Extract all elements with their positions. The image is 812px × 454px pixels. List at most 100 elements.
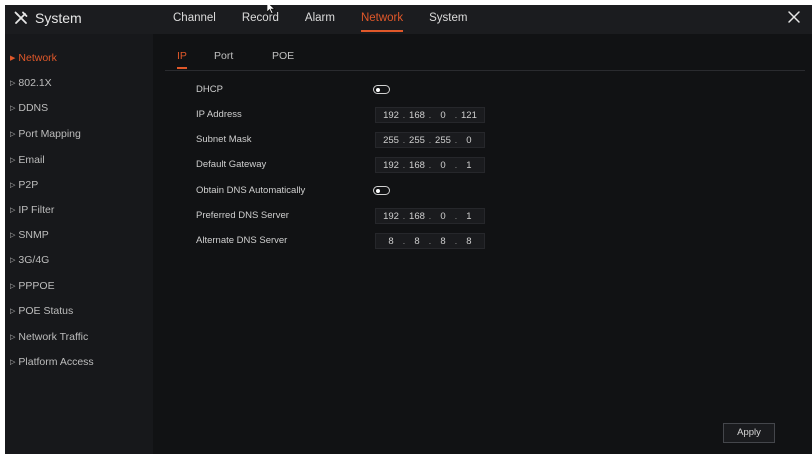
ip-octet: 0 [440,159,446,171]
top-bar: System Channel Record Alarm Network Syst… [5,5,812,34]
app-title: System [35,10,82,26]
dot-separator: . [402,109,406,121]
sidebar-item-label: P2P [18,179,39,191]
ip-octet: 1 [466,159,472,171]
ip-octet: 255 [383,134,399,146]
tools-icon [14,11,28,24]
subtab-port[interactable]: Port [214,50,233,62]
apply-button[interactable]: Apply [723,423,775,443]
obtain-dns-label: Obtain DNS Automatically [196,185,306,196]
sidebar-item-label: Platform Access [18,356,94,368]
sidebar-item-poe-status[interactable]: ▷ POE Status [5,299,153,323]
play-arrow-icon: ▷ [10,105,16,112]
dot-separator: . [428,134,432,146]
dot-separator: . [454,109,458,121]
dot-separator: . [402,210,406,222]
sidebar-item-label: IP Filter [18,204,55,216]
mouse-cursor-icon [267,5,275,14]
dhcp-toggle[interactable] [373,85,390,94]
play-arrow-icon: ▷ [10,257,16,264]
sidebar-item-label: SNMP [18,229,49,241]
sidebar-item-p2p[interactable]: ▷ P2P [5,173,153,197]
subtab-poe[interactable]: POE [272,50,294,62]
tab-alarm[interactable]: Alarm [305,5,335,32]
ip-address-input[interactable]: 192. 168. 0. 121 [375,107,485,123]
dot-separator: . [428,210,432,222]
dot-separator: . [428,159,432,171]
ip-octet: 8 [388,235,394,247]
ip-octet: 8 [414,235,420,247]
preferred-dns-label: Preferred DNS Server [196,210,289,221]
ip-octet: 168 [409,159,425,171]
ip-octet: 168 [409,109,425,121]
sidebar-item-label: Email [18,154,45,166]
sidebar-item-network[interactable]: ▶ Network [5,46,153,70]
alternate-dns-input[interactable]: 8. 8. 8. 8 [375,233,485,249]
top-nav: Channel Record Alarm Network System [173,5,493,32]
dot-separator: . [402,134,406,146]
dot-separator: . [454,134,458,146]
sidebar-item-label: Port Mapping [18,128,81,140]
ip-octet: 192 [383,109,399,121]
play-arrow-icon: ▷ [10,207,16,214]
subnet-mask-input[interactable]: 255. 255. 255. 0 [375,132,485,148]
default-gateway-input[interactable]: 192. 168. 0. 1 [375,157,485,173]
toggle-knob [376,188,380,193]
dhcp-label: DHCP [196,84,223,95]
play-arrow-icon: ▷ [10,283,16,290]
dot-separator: . [454,235,458,247]
subtab-ip[interactable]: IP [177,50,187,69]
dot-separator: . [454,159,458,171]
sidebar-item-label: 802.1X [18,77,52,89]
sidebar-item-snmp[interactable]: ▷ SNMP [5,223,153,247]
play-arrow-icon: ▷ [10,80,16,87]
ip-octet: 0 [440,210,446,222]
sidebar-item-ddns[interactable]: ▷ DDNS [5,96,153,120]
ip-octet: 8 [440,235,446,247]
sidebar-item-8021x[interactable]: ▷ 802.1X [5,71,153,95]
dot-separator: . [402,235,406,247]
dot-separator: . [454,210,458,222]
ip-octet: 168 [409,210,425,222]
obtain-dns-toggle[interactable] [373,186,390,195]
sidebar-item-label: Network Traffic [18,331,89,343]
ip-octet: 121 [461,109,477,121]
dot-separator: . [428,235,432,247]
preferred-dns-input[interactable]: 192. 168. 0. 1 [375,208,485,224]
close-icon[interactable] [786,9,802,25]
play-arrow-icon: ▷ [10,308,16,315]
ip-octet: 8 [466,235,472,247]
ip-octet: 255 [435,134,451,146]
sidebar-item-label: 3G/4G [18,254,50,266]
sidebar-item-network-traffic[interactable]: ▷ Network Traffic [5,325,153,349]
alternate-dns-label: Alternate DNS Server [196,235,288,246]
ip-octet: 255 [409,134,425,146]
play-arrow-icon: ▷ [10,232,16,239]
dot-separator: . [428,109,432,121]
sidebar-item-label: Network [18,52,57,64]
ip-octet: 0 [440,109,446,121]
sidebar-item-pppoe[interactable]: ▷ PPPOE [5,274,153,298]
brand: System [13,10,82,26]
play-arrow-icon: ▷ [10,131,16,138]
tab-channel[interactable]: Channel [173,5,216,32]
sidebar-item-platform-access[interactable]: ▷ Platform Access [5,350,153,374]
sidebar-item-email[interactable]: ▷ Email [5,148,153,172]
subnet-mask-label: Subnet Mask [196,134,252,145]
sidebar-item-ip-filter[interactable]: ▷ IP Filter [5,198,153,222]
sub-tabs: IP Port POE [165,50,805,71]
play-arrow-icon: ▷ [10,157,16,164]
play-arrow-icon: ▷ [10,359,16,366]
sidebar-item-port-mapping[interactable]: ▷ Port Mapping [5,122,153,146]
app-window: System Channel Record Alarm Network Syst… [5,5,812,454]
sidebar-item-label: POE Status [18,305,74,317]
sidebar-item-label: DDNS [18,102,49,114]
ip-octet: 192 [383,159,399,171]
tab-system[interactable]: System [429,5,467,32]
sidebar-item-3g4g[interactable]: ▷ 3G/4G [5,248,153,272]
tab-network[interactable]: Network [360,5,404,32]
sidebar: ▶ Network ▷ 802.1X ▷ DDNS ▷ Port Mapping ▷ Em… [5,34,153,454]
ip-octet: 1 [466,210,472,222]
ip-address-label: IP Address [196,109,242,120]
ip-octet: 192 [383,210,399,222]
